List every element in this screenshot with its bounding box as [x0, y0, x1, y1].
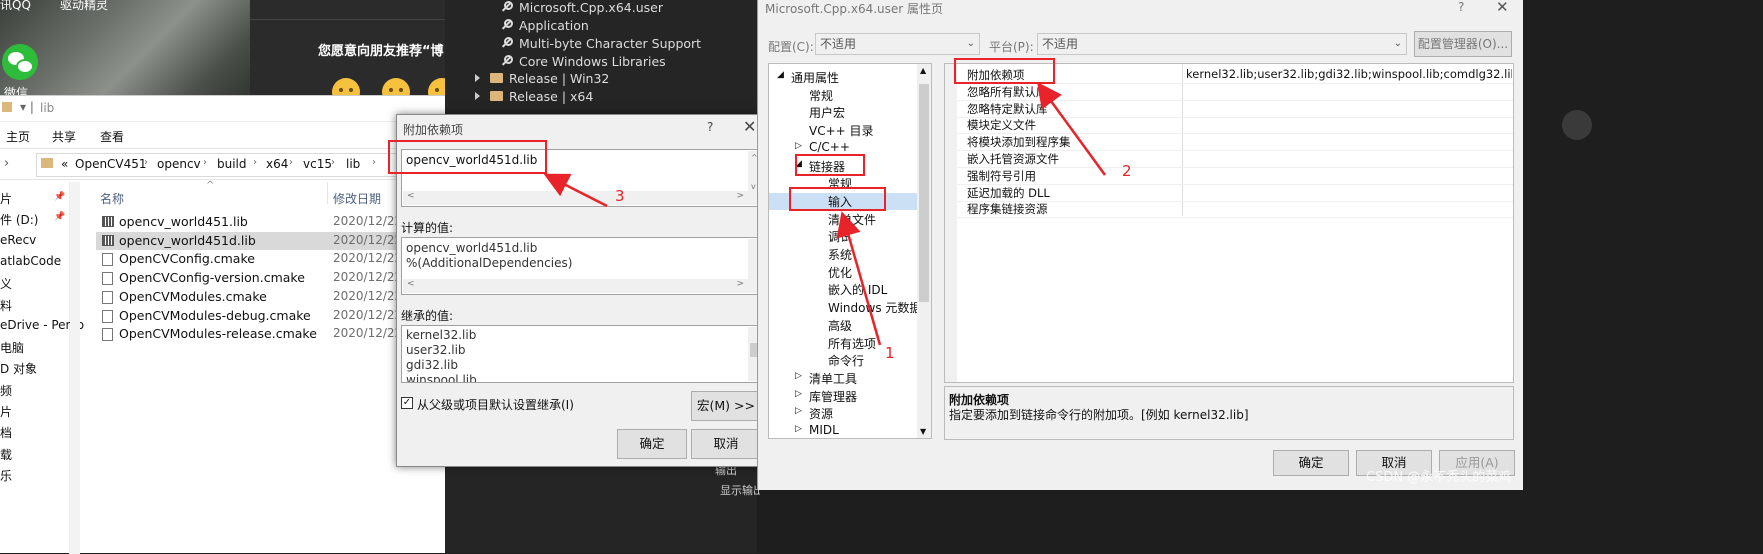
annotation-number-3: 3	[615, 187, 625, 205]
annotation-number-2: 2	[1122, 162, 1132, 180]
arrow-3	[543, 173, 608, 208]
arrow-1	[836, 211, 882, 346]
arrow-2	[1037, 81, 1107, 176]
watermark: CSDN @永不秃头的菜鸡	[1366, 470, 1512, 485]
annotation-number-1: 1	[885, 344, 895, 362]
